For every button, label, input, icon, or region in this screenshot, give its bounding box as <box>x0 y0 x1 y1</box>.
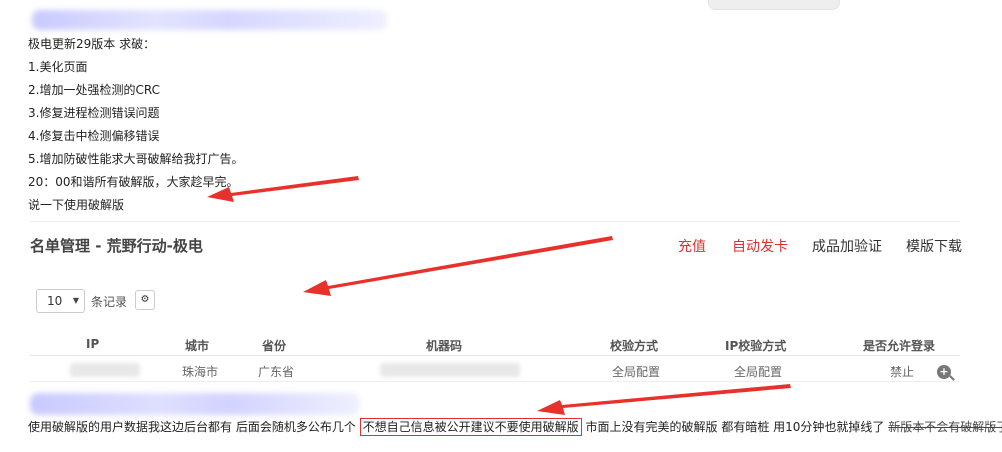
annotation-arrows <box>207 176 791 415</box>
arrow-2 <box>303 236 613 296</box>
arrow-3 <box>537 384 791 415</box>
arrow-1 <box>207 176 359 202</box>
